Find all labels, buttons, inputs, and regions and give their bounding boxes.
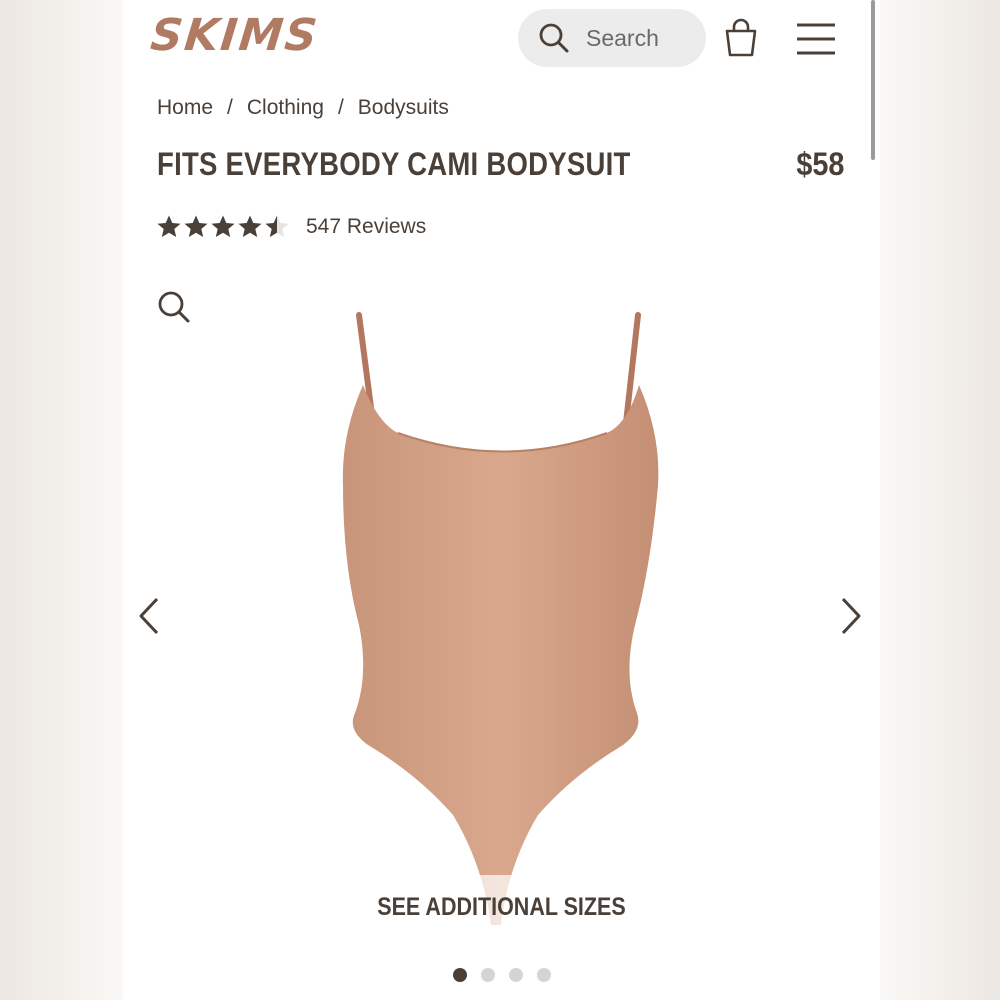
- rating[interactable]: 547 Reviews: [156, 214, 426, 240]
- brand-logo[interactable]: SKIMS: [148, 10, 333, 61]
- breadcrumb-home[interactable]: Home: [157, 96, 213, 120]
- search-label: Search: [586, 24, 659, 51]
- reviews-link[interactable]: 547 Reviews: [306, 215, 426, 239]
- breadcrumb: Home / Clothing / Bodysuits: [157, 96, 449, 120]
- star-icon: [238, 215, 262, 237]
- product-price: $58: [795, 146, 844, 182]
- see-additional-sizes-button[interactable]: SEE ADDITIONAL SIZES: [123, 893, 880, 922]
- search-icon: [539, 23, 569, 53]
- breadcrumb-separator: /: [337, 96, 344, 119]
- product-title: FITS EVERYBODY CAMI BODYSUIT: [157, 146, 631, 182]
- breadcrumb-separator: /: [227, 96, 233, 119]
- background-right: [880, 0, 1000, 1000]
- star-icon: [157, 215, 181, 237]
- product-image-bodysuit[interactable]: [323, 305, 683, 960]
- search-button[interactable]: Search: [518, 9, 706, 67]
- carousel-dot[interactable]: [508, 968, 523, 982]
- star-icon: [184, 215, 208, 237]
- breadcrumb-bodysuits[interactable]: Bodysuits: [358, 96, 449, 120]
- star-icon: [265, 215, 289, 237]
- previous-image-arrow[interactable]: [135, 596, 165, 636]
- breadcrumb-clothing[interactable]: Clothing: [247, 96, 324, 120]
- carousel-dot[interactable]: [536, 968, 551, 982]
- zoom-icon[interactable]: [157, 290, 191, 324]
- see-additional-sizes-label: SEE ADDITIONAL SIZES: [377, 893, 626, 921]
- background-left: [0, 0, 123, 1000]
- scrollbar[interactable]: [871, 0, 875, 160]
- star-rating: [156, 214, 290, 240]
- carousel-dot[interactable]: [480, 968, 495, 982]
- shopping-bag-icon[interactable]: [723, 18, 759, 58]
- next-image-arrow[interactable]: [835, 596, 865, 636]
- carousel-dot[interactable]: [452, 968, 467, 982]
- phone-screen: SKIMS Search Home / Clothing / Bodysuits…: [123, 0, 880, 1000]
- menu-icon[interactable]: [795, 22, 837, 56]
- carousel-pagination: [123, 968, 880, 982]
- star-icon: [211, 215, 235, 237]
